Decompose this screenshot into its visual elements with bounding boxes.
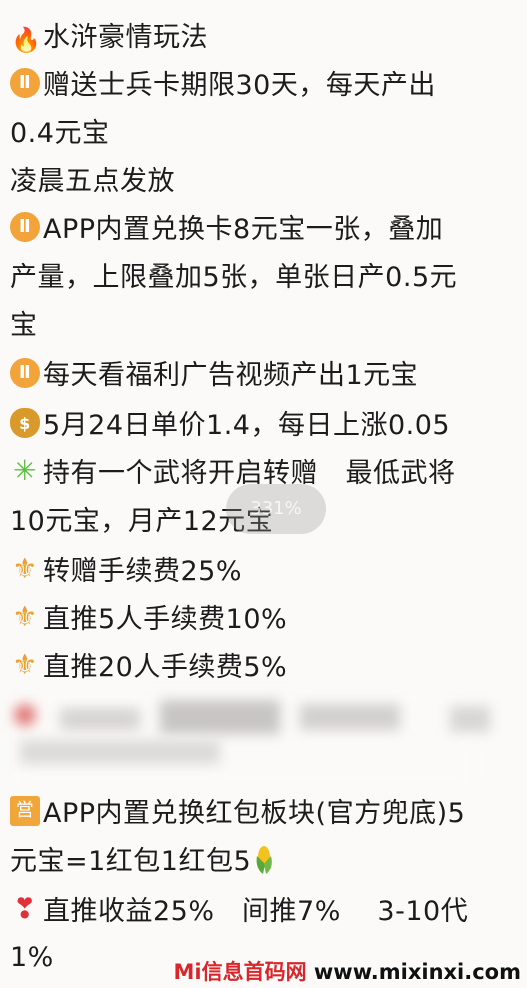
- line-3: 0.4元宝: [10, 118, 110, 149]
- progress-overlay: 331%: [226, 484, 326, 534]
- line-6: 产量，上限叠加5张，单张日产0.5元: [10, 262, 458, 293]
- heart-icon: [10, 894, 40, 924]
- moneybag-icon: [10, 408, 40, 438]
- site-watermark: Mi信息首码网 www.mixinxi.com: [173, 960, 521, 984]
- line-16: 元宝=1红包1红包5: [10, 838, 279, 886]
- fleur-de-lis-icon: [10, 602, 40, 632]
- line-5: APP内置兑换卡8元宝一张，叠加: [10, 206, 443, 254]
- line-12: 转赠手续费25%: [10, 548, 242, 596]
- ying-badge-icon: [10, 796, 40, 826]
- corn-icon: [256, 846, 272, 874]
- gemini-icon: [10, 212, 40, 242]
- gemini-icon: [10, 358, 40, 388]
- line-7: 宝: [10, 310, 38, 341]
- gemini-icon: [10, 68, 40, 98]
- post-content: 水浒豪情玩法 赠送士兵卡期限30天，每天产出 0.4元宝 凌晨五点发放 APP内…: [0, 0, 527, 988]
- line-title: 水浒豪情玩法: [10, 14, 208, 64]
- line-15: APP内置兑换红包板块(官方兜底)5: [10, 790, 465, 838]
- fire-icon: [10, 16, 41, 64]
- fleur-de-lis-icon: [10, 554, 40, 584]
- line-9: 5月24日单价1.4，每日上涨0.05: [10, 402, 450, 450]
- line-4: 凌晨五点发放: [10, 166, 175, 197]
- line-17: 直推收益25% 间推7% 3-10代: [10, 888, 468, 936]
- sparkle-icon: [10, 456, 40, 486]
- fleur-de-lis-icon: [10, 650, 40, 680]
- line-13: 直推5人手续费10%: [10, 596, 287, 644]
- line-18: 1%: [10, 942, 54, 973]
- line-2: 赠送士兵卡期限30天，每天产出: [10, 62, 436, 110]
- line-8: 每天看福利广告视频产出1元宝: [10, 352, 418, 400]
- line-14: 直推20人手续费5%: [10, 644, 287, 692]
